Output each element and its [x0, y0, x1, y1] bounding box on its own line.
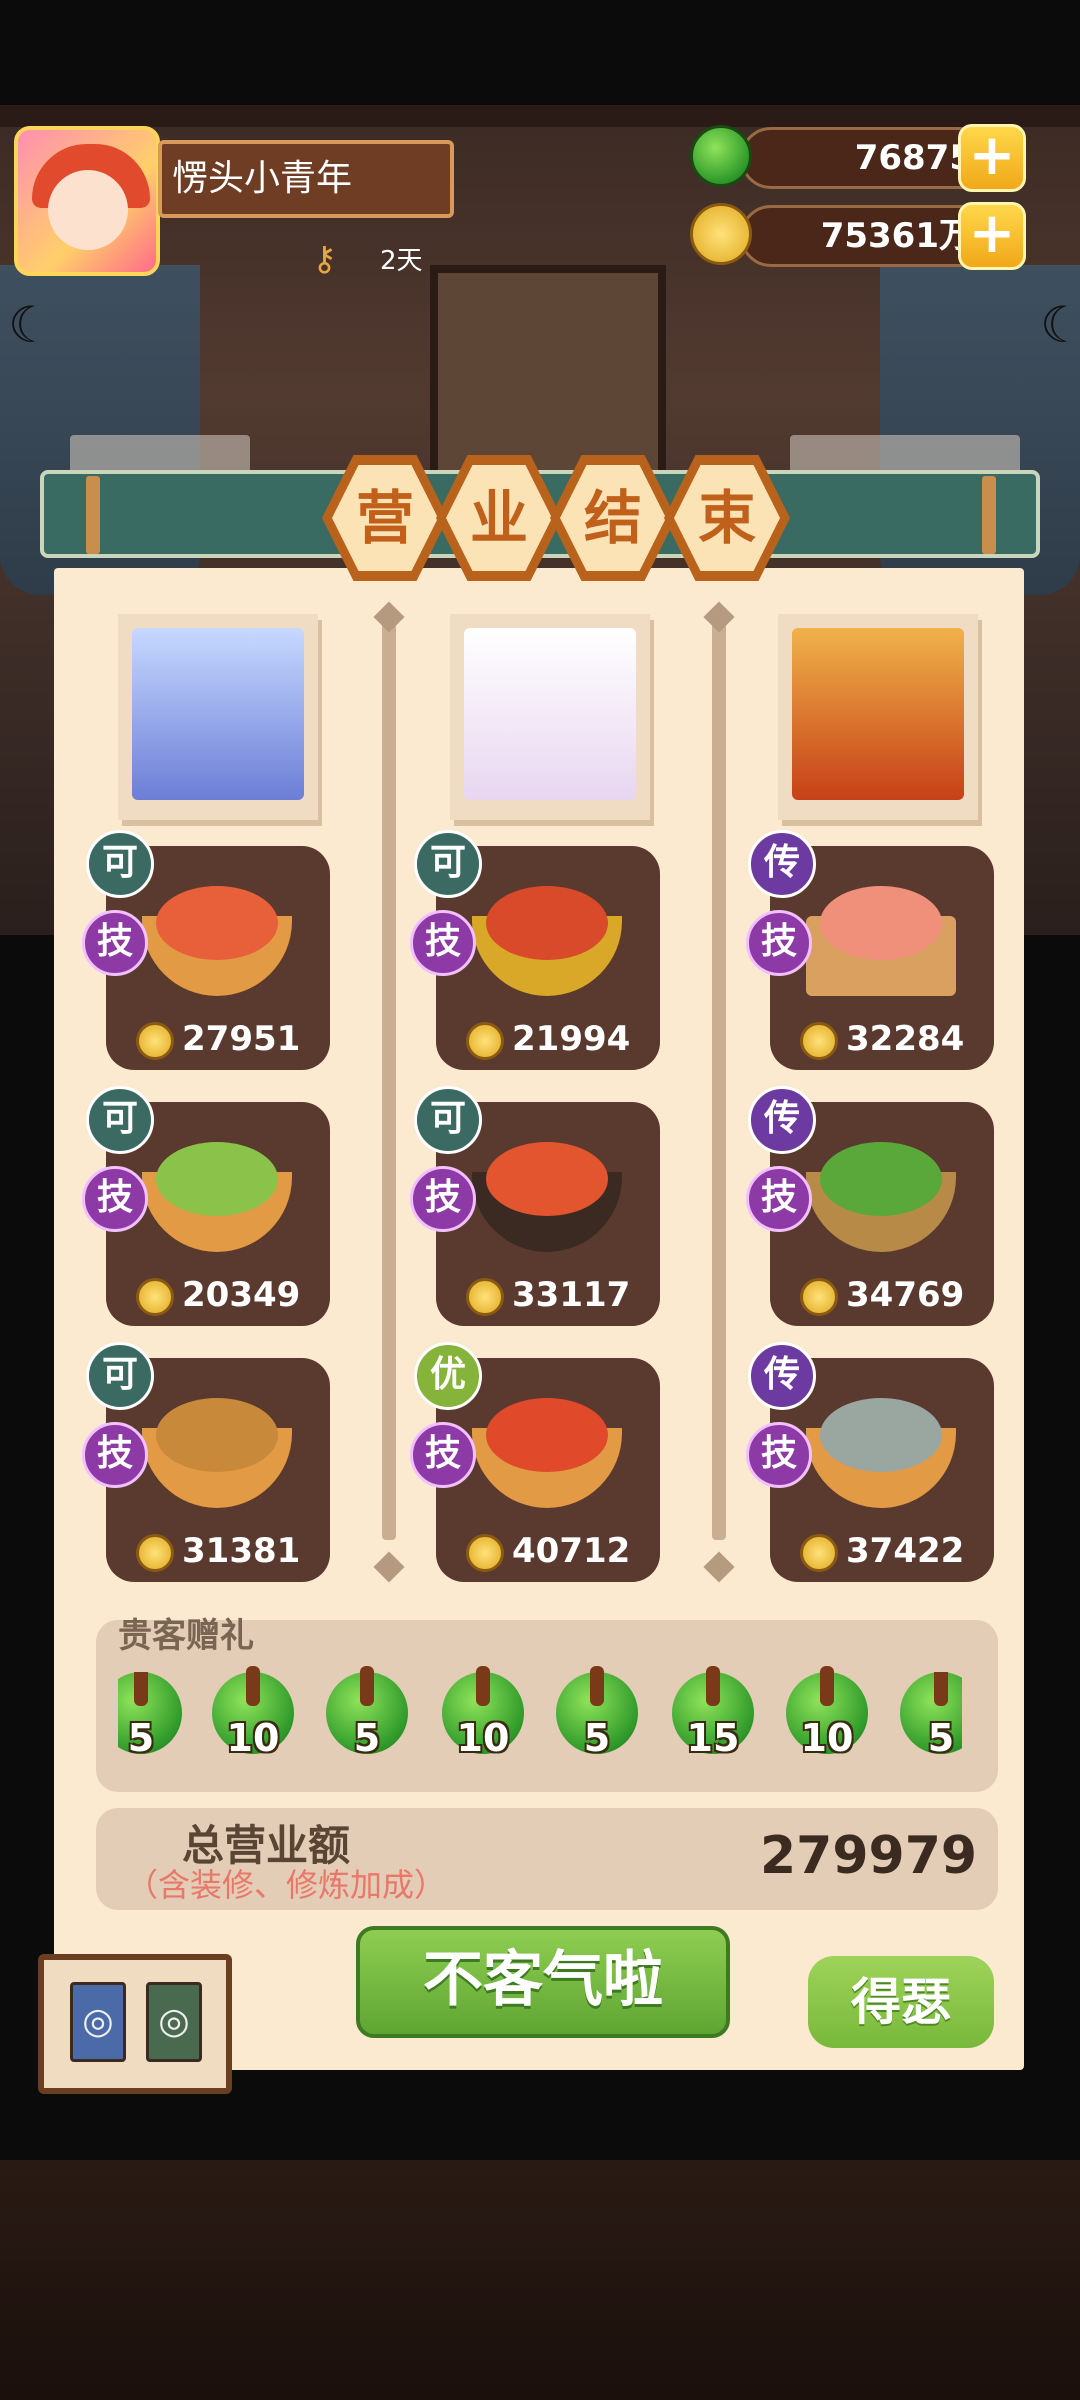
guest-3-image	[792, 628, 964, 800]
gold-coin-icon	[800, 1533, 838, 1572]
total-revenue-note: （含装修、修炼加成）	[126, 1866, 447, 1904]
gift-item: 10	[442, 1666, 528, 1762]
show-off-button[interactable]: 得瑟	[808, 1956, 994, 2048]
guest-portrait	[778, 614, 978, 820]
dish-income: 20349	[136, 1272, 316, 1318]
coin-amount: 75361万	[740, 205, 990, 267]
add-jade-button[interactable]: +	[958, 124, 1026, 192]
guest-1-image	[132, 628, 304, 800]
gold-coin-icon	[136, 1533, 174, 1572]
gold-coin-icon	[800, 1277, 838, 1316]
guest-portrait	[450, 614, 650, 820]
grade-badge: 可	[414, 830, 482, 898]
grade-badge: 可	[86, 1342, 154, 1410]
total-revenue-value: 279979	[760, 1826, 978, 1886]
grade-badge: 传	[748, 1086, 816, 1154]
skill-badge: 技	[410, 1166, 476, 1232]
gift-item: 5	[326, 1666, 412, 1762]
gold-coin-icon	[690, 203, 752, 265]
hanging-sign	[70, 435, 250, 475]
gift-item: 15	[672, 1666, 758, 1762]
gold-coin-icon	[800, 1021, 838, 1060]
dish-income: 32284	[800, 1016, 980, 1062]
gold-coin-icon	[466, 1533, 504, 1572]
skill-badge: 技	[410, 910, 476, 976]
quick-actions-box: ◎ ◎	[38, 1954, 232, 2094]
camera-icon[interactable]: ◎	[146, 1982, 202, 2062]
gold-coin-icon	[466, 1021, 504, 1060]
grade-badge: 优	[414, 1342, 482, 1410]
banner-post	[86, 476, 100, 554]
skill-badge: 技	[746, 1166, 812, 1232]
dish-income: 40712	[466, 1528, 646, 1574]
moon-ornament-icon: ☾	[1040, 296, 1080, 354]
dish-income: 33117	[466, 1272, 646, 1318]
gold-coin-icon	[466, 1277, 504, 1316]
guest-2-image	[464, 628, 636, 800]
days-counter: 2天	[380, 246, 423, 276]
skill-badge: 技	[746, 1422, 812, 1488]
jade-amount: 76875	[740, 127, 990, 189]
banner-post	[982, 476, 996, 554]
skill-badge: 技	[410, 1422, 476, 1488]
column-divider	[382, 620, 396, 1540]
grade-badge: 可	[86, 830, 154, 898]
camera-icon[interactable]: ◎	[70, 1982, 126, 2062]
roof-beam	[0, 105, 1080, 127]
add-coins-button[interactable]: +	[958, 202, 1026, 270]
gold-coin-icon	[136, 1021, 174, 1060]
column-divider	[712, 620, 726, 1540]
guest-portrait	[118, 614, 318, 820]
key-icon: ⚷	[312, 239, 337, 279]
player-avatar[interactable]	[14, 126, 160, 276]
skill-badge: 技	[82, 1166, 148, 1232]
jade-coin-icon	[690, 125, 752, 187]
dish-income: 31381	[136, 1528, 316, 1574]
gift-item: 5	[556, 1666, 642, 1762]
skill-badge: 技	[746, 910, 812, 976]
dish-income: 27951	[136, 1016, 316, 1062]
player-name: 愣头小青年	[158, 140, 454, 218]
gift-title: 贵客赠礼	[118, 1616, 254, 1656]
gift-item: 10	[212, 1666, 298, 1762]
grade-badge: 传	[748, 830, 816, 898]
dish-income: 21994	[466, 1016, 646, 1062]
skill-badge: 技	[82, 1422, 148, 1488]
skill-badge: 技	[82, 910, 148, 976]
dish-income: 34769	[800, 1272, 980, 1318]
floor-background	[0, 2160, 1080, 2400]
gift-item: 10	[786, 1666, 872, 1762]
gold-coin-icon	[136, 1277, 174, 1316]
dish-income: 37422	[800, 1528, 980, 1574]
grade-badge: 可	[86, 1086, 154, 1154]
thanks-button[interactable]: 不客气啦	[356, 1926, 730, 2038]
grade-badge: 可	[414, 1086, 482, 1154]
hanging-sign	[790, 435, 1020, 475]
grade-badge: 传	[748, 1342, 816, 1410]
moon-ornament-icon: ☾	[8, 296, 53, 354]
